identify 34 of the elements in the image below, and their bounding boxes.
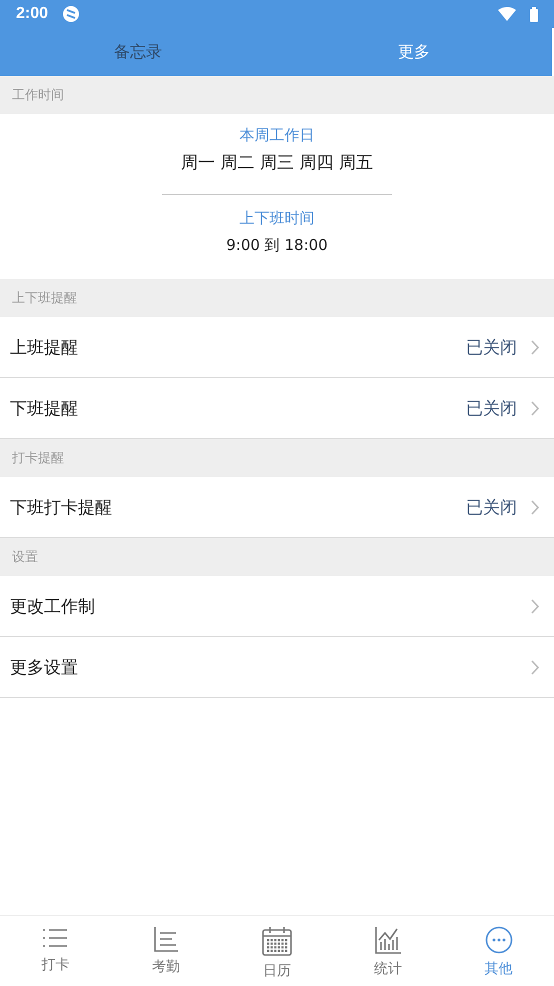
battery-icon — [530, 6, 538, 22]
settings-row[interactable]: 上班提醒 已关闭 — [0, 317, 554, 378]
section-title: 设置 — [12, 549, 38, 566]
section-title: 上下班提醒 — [12, 290, 77, 307]
chevron-icon — [531, 500, 540, 514]
workdays-text: 周一 周二 周三 周四 周五 — [181, 152, 373, 174]
settings-row[interactable]: 更多设置 — [0, 637, 554, 698]
chevron-icon — [531, 660, 540, 674]
wifi-icon — [498, 7, 516, 21]
bars-icon — [153, 926, 180, 952]
tab[interactable]: 更多 — [276, 28, 552, 76]
row-label: 下班提醒 — [10, 398, 79, 420]
chevron-icon — [531, 340, 540, 354]
chart-icon — [374, 926, 402, 954]
status-time: 2:00 — [16, 5, 48, 23]
row-label: 更多设置 — [10, 656, 79, 678]
chevron-icon — [531, 598, 540, 614]
chevron-icon — [531, 400, 540, 416]
workdays-label: 本周工作日 — [240, 126, 314, 145]
row-value: 已关闭 — [466, 398, 517, 420]
row-label: 上班提醒 — [10, 336, 79, 358]
row-label: 更改工作制 — [10, 596, 96, 618]
calendar-icon — [262, 926, 292, 956]
row-value: 已关闭 — [466, 336, 517, 358]
row-label: 下班打卡提醒 — [10, 496, 113, 518]
section-title: 打卡提醒 — [12, 450, 64, 467]
tab[interactable]: 备忘录 — [0, 28, 276, 76]
hours-label: 上下班时间 — [240, 209, 314, 228]
settings-row[interactable]: 更改工作制 — [0, 576, 554, 637]
section-title: 工作时间 — [12, 87, 64, 104]
list-icon — [42, 926, 68, 950]
hours-text: 9:00 到 18:00 — [226, 236, 328, 255]
more-icon — [484, 926, 513, 954]
row-value: 已关闭 — [466, 496, 517, 518]
